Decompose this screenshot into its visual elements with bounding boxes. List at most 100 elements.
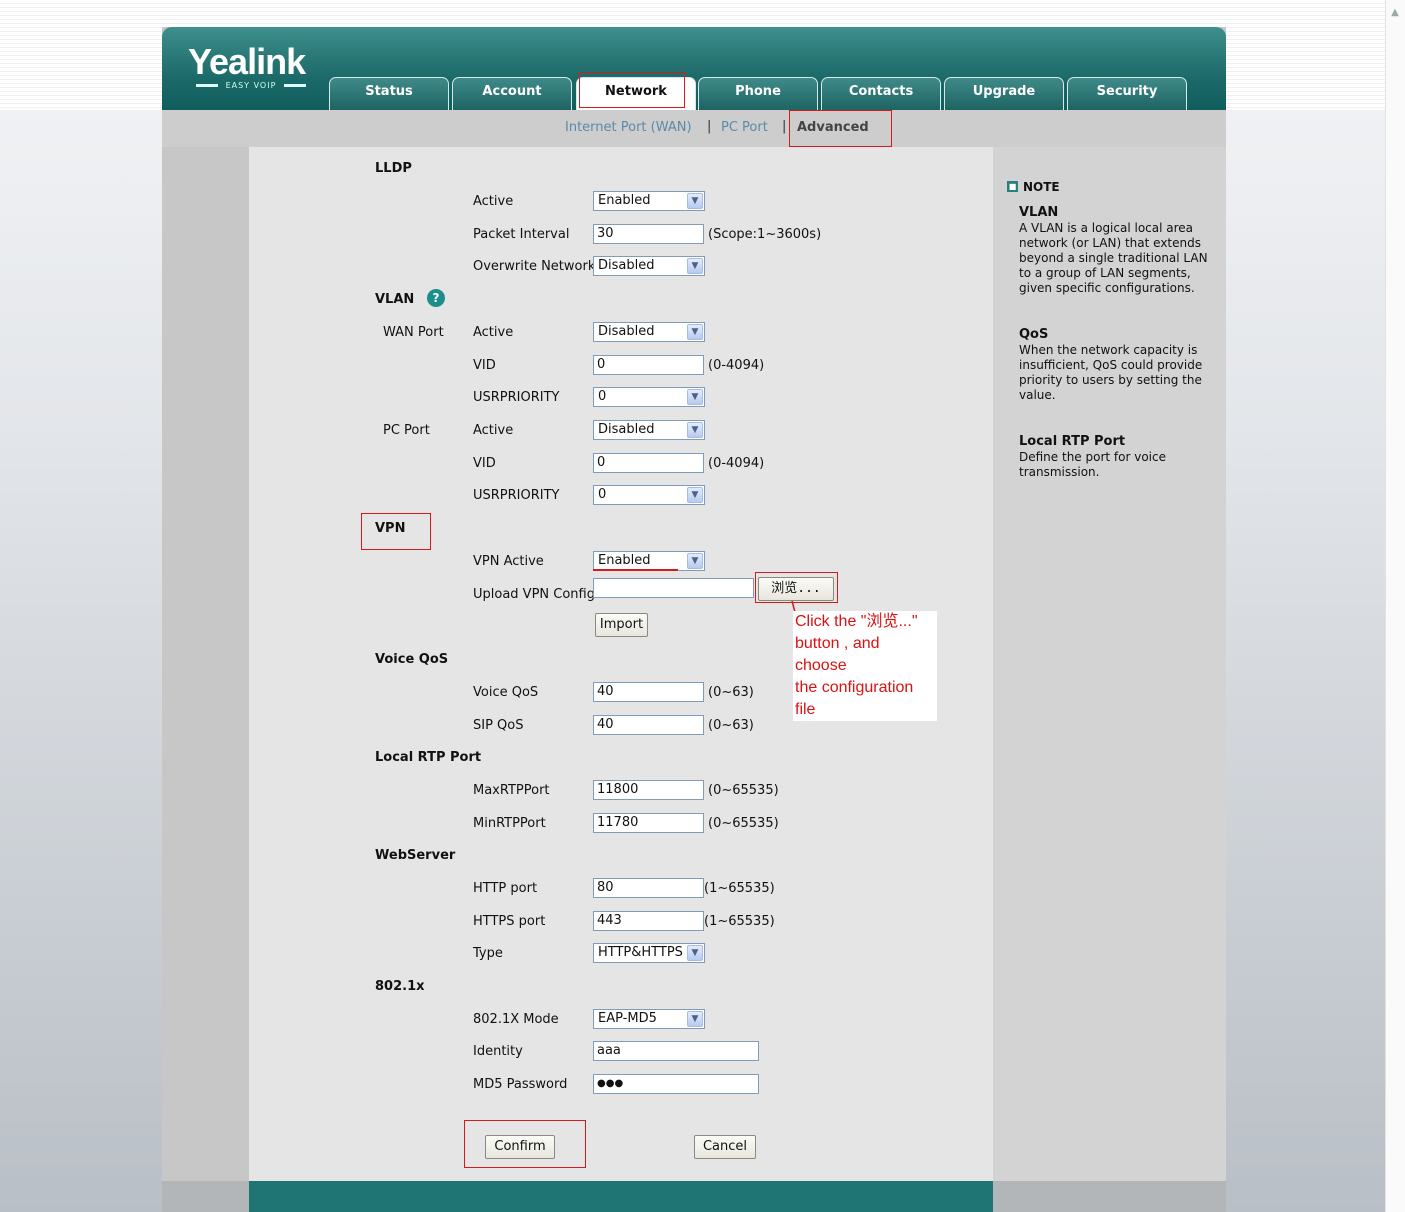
min-rtp-hint: (0~65535) <box>708 816 779 831</box>
server-type-label: Type <box>473 946 503 961</box>
identity-input[interactable]: aaa <box>593 1041 759 1061</box>
lldp-overwrite-label: Overwrite Network <box>473 259 596 274</box>
select-value: Enabled <box>598 193 651 208</box>
vlan-wan-prio-label: USRPRIORITY <box>473 390 560 405</box>
vlan-pc-vid-hint: (0-4094) <box>708 456 765 471</box>
chevron-down-icon: ▼ <box>687 324 703 340</box>
lldp-active-select[interactable]: Enabled ▼ <box>593 191 705 211</box>
section-lldp: LLDP <box>375 161 412 176</box>
vpn-upload-label: Upload VPN Config <box>473 587 595 602</box>
select-value: EAP-MD5 <box>598 1011 657 1026</box>
server-type-select[interactable]: HTTP&HTTPS ▼ <box>593 943 705 963</box>
8021x-mode-label: 802.1X Mode <box>473 1012 559 1027</box>
select-value: 0 <box>598 389 607 404</box>
vpn-upload-file-input[interactable] <box>593 578 754 598</box>
vlan-wan-prio-select[interactable]: 0 ▼ <box>593 387 705 407</box>
8021x-mode-select[interactable]: EAP-MD5 ▼ <box>593 1009 705 1029</box>
http-port-input[interactable]: 80 <box>593 878 704 898</box>
https-port-hint: (1~65535) <box>704 914 775 929</box>
tab-phone[interactable]: Phone <box>698 77 818 110</box>
select-value: Enabled <box>598 553 651 568</box>
footer-right <box>993 1181 1226 1212</box>
section-8021x: 802.1x <box>375 979 425 994</box>
vlan-pc-vid-input[interactable]: 0 <box>593 453 704 473</box>
md5-password-input[interactable]: ●●● <box>593 1074 759 1094</box>
subnav-separator: | <box>707 119 712 134</box>
note-qos-body: When the network capacity is insufficien… <box>1019 343 1203 402</box>
note-rtp-body: Define the port for voice transmission. <box>1019 450 1166 479</box>
cancel-button[interactable]: Cancel <box>694 1135 756 1159</box>
callout-line: the configuration file <box>795 679 914 718</box>
scrollbar[interactable]: ▲ <box>1385 0 1405 1212</box>
sip-qos-input[interactable]: 40 <box>593 715 704 735</box>
select-value: Disabled <box>598 324 655 339</box>
footer-left <box>162 1181 249 1212</box>
help-icon[interactable]: ? <box>427 289 445 307</box>
confirm-highlight <box>464 1120 586 1168</box>
lldp-overwrite-select[interactable]: Disabled ▼ <box>593 256 705 276</box>
chevron-down-icon: ▼ <box>687 422 703 438</box>
tab-security[interactable]: Security <box>1067 77 1187 110</box>
footer-bar <box>249 1181 993 1212</box>
voice-qos-label: Voice QoS <box>473 685 539 700</box>
section-voice-qos: Voice QoS <box>375 652 449 667</box>
lldp-interval-input[interactable]: 30 <box>593 224 704 244</box>
scroll-up-arrow-icon[interactable]: ▲ <box>1388 6 1402 20</box>
sip-qos-hint: (0~63) <box>708 718 754 733</box>
vpn-active-underline <box>593 569 678 571</box>
https-port-input[interactable]: 443 <box>593 911 704 931</box>
settings-form: LLDP Active Enabled ▼ Packet Interval 30 … <box>249 147 993 1181</box>
logo-tagline: EASY VOIP <box>196 81 306 90</box>
callout-line: Click the "浏览..." <box>795 613 918 630</box>
subnav-pc-port[interactable]: PC Port <box>721 120 768 135</box>
vlan-wan-active-select[interactable]: Disabled ▼ <box>593 322 705 342</box>
voice-qos-input[interactable]: 40 <box>593 682 704 702</box>
lldp-interval-label: Packet Interval <box>473 227 570 242</box>
vlan-wan-active-label: Active <box>473 325 514 340</box>
vlan-pc-active-label: Active <box>473 423 514 438</box>
import-button[interactable]: Import <box>595 613 648 637</box>
vlan-pc-active-select[interactable]: Disabled ▼ <box>593 420 705 440</box>
min-rtp-input[interactable]: 11780 <box>593 813 704 833</box>
tab-account[interactable]: Account <box>452 77 572 110</box>
vpn-active-select[interactable]: Enabled ▼ <box>593 551 705 571</box>
vlan-wan-vid-hint: (0-4094) <box>708 358 765 373</box>
callout-line: button , and choose <box>795 635 880 674</box>
section-vlan: VLAN <box>375 292 415 307</box>
select-value: Disabled <box>598 422 655 437</box>
tab-contacts[interactable]: Contacts <box>821 77 941 110</box>
header: Yealink EASY VOIP Status Account Network… <box>162 27 1226 110</box>
tab-status[interactable]: Status <box>329 77 449 110</box>
chevron-down-icon: ▼ <box>687 487 703 503</box>
note-vlan-title: VLAN <box>1019 205 1059 220</box>
max-rtp-label: MaxRTPPort <box>473 783 550 798</box>
sip-qos-label: SIP QoS <box>473 718 524 733</box>
vlan-pc-prio-select[interactable]: 0 ▼ <box>593 485 705 505</box>
advanced-highlight <box>789 110 892 147</box>
min-rtp-label: MinRTPPort <box>473 816 546 831</box>
voice-qos-hint: (0~63) <box>708 685 754 700</box>
section-webserver: WebServer <box>375 848 456 863</box>
http-port-hint: (1~65535) <box>704 881 775 896</box>
tab-upgrade[interactable]: Upgrade <box>944 77 1064 110</box>
max-rtp-hint: (0~65535) <box>708 783 779 798</box>
vlan-wan-group-label: WAN Port <box>383 325 444 340</box>
note-qos-title: QoS <box>1019 327 1049 342</box>
section-local-rtp: Local RTP Port <box>375 750 482 765</box>
yealink-logo: Yealink <box>188 41 306 82</box>
vlan-wan-vid-input[interactable]: 0 <box>593 355 704 375</box>
max-rtp-input[interactable]: 11800 <box>593 780 704 800</box>
https-port-label: HTTPS port <box>473 914 546 929</box>
vlan-wan-vid-label: VID <box>473 358 496 373</box>
sub-navigation: Internet Port (WAN) | PC Port | Advanced <box>162 110 1226 147</box>
chevron-down-icon: ▼ <box>687 193 703 209</box>
vlan-pc-group-label: PC Port <box>383 423 430 438</box>
subnav-internet-port[interactable]: Internet Port (WAN) <box>565 120 692 135</box>
subnav-separator: | <box>782 119 787 134</box>
note-icon: ■ <box>1007 181 1018 192</box>
note-panel: ■ NOTE VLAN A VLAN is a logical local ar… <box>993 147 1226 1181</box>
chevron-down-icon: ▼ <box>687 945 703 961</box>
vpn-active-label: VPN Active <box>473 554 544 569</box>
vlan-pc-vid-label: VID <box>473 456 496 471</box>
select-value: HTTP&HTTPS <box>598 945 683 960</box>
